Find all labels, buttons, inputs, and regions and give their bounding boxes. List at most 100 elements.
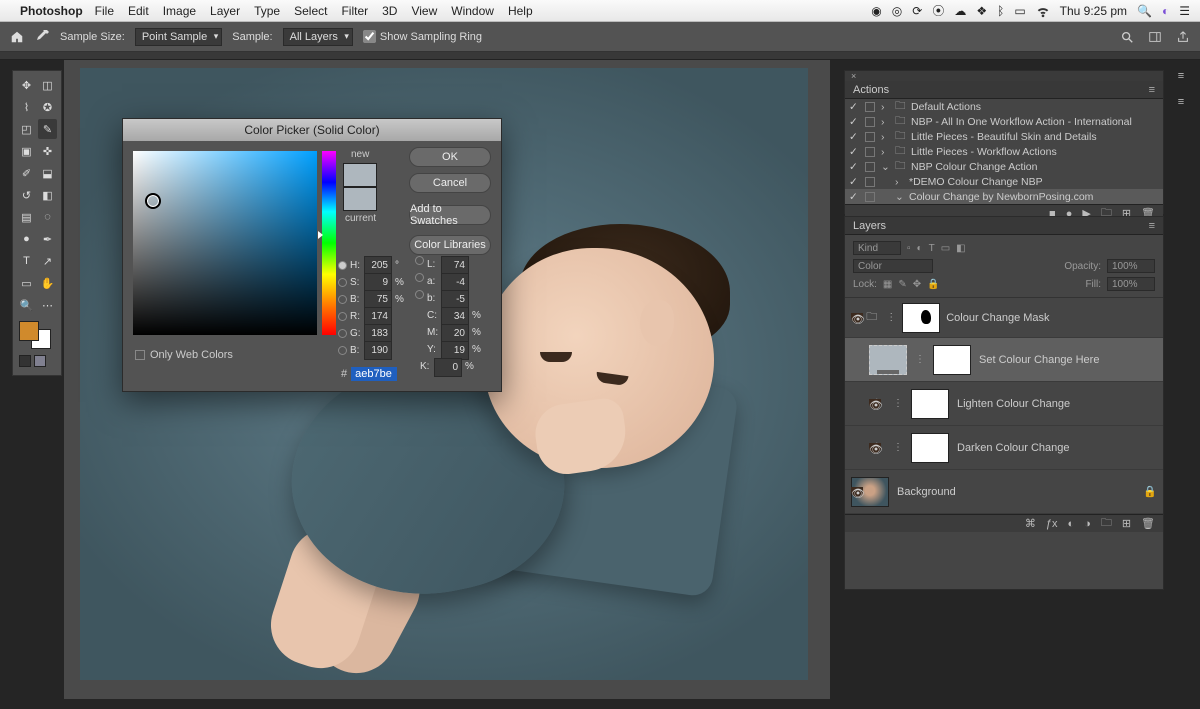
- bb-field[interactable]: 190: [364, 341, 392, 360]
- action-dialog-toggle[interactable]: [865, 102, 875, 112]
- disclosure-icon[interactable]: ⌄: [895, 191, 903, 203]
- ok-button[interactable]: OK: [409, 147, 491, 167]
- h-radio[interactable]: [338, 261, 347, 270]
- lock-paint-icon[interactable]: ✎: [898, 279, 906, 290]
- menu-type[interactable]: Type: [254, 4, 280, 18]
- action-dialog-toggle[interactable]: [865, 117, 875, 127]
- menu-view[interactable]: View: [411, 4, 437, 18]
- shape-tool[interactable]: ▭: [17, 273, 36, 293]
- action-item[interactable]: ✓⌄🗀NBP Colour Change Action: [845, 159, 1163, 174]
- action-toggle[interactable]: ✓: [849, 146, 859, 158]
- visibility-toggle[interactable]: 👁: [869, 399, 881, 409]
- layer-filter-kind[interactable]: Kind: [853, 241, 901, 255]
- menu-filter[interactable]: Filter: [341, 4, 368, 18]
- disclosure-icon[interactable]: ›: [881, 101, 889, 113]
- group-mask-thumb[interactable]: [902, 303, 940, 333]
- opacity-field[interactable]: 100%: [1107, 259, 1155, 273]
- adjustment-icon[interactable]: ◑: [1084, 518, 1091, 530]
- hue-slider[interactable]: [322, 151, 336, 335]
- action-dialog-toggle[interactable]: [865, 177, 875, 187]
- disclosure-icon[interactable]: ⌄: [881, 161, 889, 173]
- move-tool[interactable]: ✥: [17, 75, 36, 95]
- eyedropper-tool[interactable]: ✎: [38, 119, 57, 139]
- disclosure-icon[interactable]: ›: [881, 146, 889, 158]
- menu-help[interactable]: Help: [508, 4, 533, 18]
- eyedropper-tool-icon[interactable]: [34, 29, 50, 45]
- eraser-tool[interactable]: ◧: [38, 185, 57, 205]
- sample-select[interactable]: All Layers: [283, 28, 353, 46]
- blend-mode-select[interactable]: Color: [853, 259, 933, 273]
- disclosure-icon[interactable]: ›: [881, 131, 889, 143]
- hex-field[interactable]: aeb7be: [351, 367, 397, 381]
- lasso-tool[interactable]: ⌇: [17, 97, 36, 117]
- link-layers-icon[interactable]: ⌘: [1025, 517, 1036, 530]
- cancel-button[interactable]: Cancel: [409, 173, 491, 193]
- lock-trans-icon[interactable]: ▦: [883, 279, 892, 290]
- layer-mask-thumb[interactable]: [911, 389, 949, 419]
- healing-tool[interactable]: ✜: [38, 141, 57, 161]
- layer-item[interactable]: 👁 ⌇ ⋮ Lighten Colour Change: [845, 382, 1163, 426]
- gradient-tool[interactable]: ▤: [17, 207, 36, 227]
- menu-file[interactable]: File: [95, 4, 114, 18]
- pen-tool[interactable]: ✒: [38, 229, 57, 249]
- path-tool[interactable]: ↗: [38, 251, 57, 271]
- add-to-swatches-button[interactable]: Add to Swatches: [409, 205, 491, 225]
- menu-image[interactable]: Image: [163, 4, 196, 18]
- action-dialog-toggle[interactable]: [865, 162, 875, 172]
- action-item[interactable]: ✓›*DEMO Colour Change NBP: [845, 174, 1163, 189]
- brush-tool[interactable]: ✐: [17, 163, 36, 183]
- filter-shape-icon[interactable]: ▭: [941, 243, 950, 254]
- disclosure-icon[interactable]: ›: [895, 176, 903, 188]
- dock-icon[interactable]: ≡: [1178, 70, 1184, 82]
- layer-name[interactable]: Lighten Colour Change: [957, 398, 1070, 410]
- saturation-brightness-field[interactable]: [133, 151, 317, 335]
- filter-adjust-icon[interactable]: ◐: [917, 243, 923, 254]
- current-color-swatch[interactable]: [343, 187, 377, 211]
- layer-mask-thumb[interactable]: [911, 433, 949, 463]
- only-web-colors-checkbox[interactable]: Only Web Colors: [135, 349, 233, 361]
- action-dialog-toggle[interactable]: [865, 192, 875, 202]
- panel-menu-icon[interactable]: ≡: [1149, 84, 1155, 96]
- trash-icon[interactable]: 🗑: [1141, 517, 1155, 530]
- marquee-tool[interactable]: ◫: [38, 75, 57, 95]
- crop-tool[interactable]: ◰: [17, 119, 36, 139]
- workspace-icon[interactable]: [1148, 30, 1162, 44]
- siri-icon[interactable]: ◐: [1162, 4, 1169, 18]
- layer-mask-thumb[interactable]: [933, 345, 971, 375]
- dodge-tool[interactable]: ●: [17, 229, 36, 249]
- app-name[interactable]: Photoshop: [20, 4, 83, 18]
- b-radio[interactable]: [338, 295, 347, 304]
- menu-layer[interactable]: Layer: [210, 4, 240, 18]
- layer-item[interactable]: 👁 ⋮ Set Colour Change Here: [845, 338, 1163, 382]
- filter-smart-icon[interactable]: ◧: [956, 243, 965, 254]
- filter-type-icon[interactable]: T: [929, 243, 935, 254]
- color-cursor[interactable]: [145, 193, 161, 209]
- filter-pixel-icon[interactable]: ▫: [907, 243, 911, 254]
- layers-tab[interactable]: Layers: [853, 220, 886, 232]
- type-tool[interactable]: T: [17, 251, 36, 271]
- fill-field[interactable]: 100%: [1107, 277, 1155, 291]
- menu-window[interactable]: Window: [451, 4, 494, 18]
- layer-item-background[interactable]: 👁 Background 🔒: [845, 470, 1163, 514]
- disclosure-icon[interactable]: ›: [881, 116, 889, 128]
- layer-name[interactable]: Colour Change Mask: [946, 312, 1049, 324]
- action-item[interactable]: ✓›🗀Default Actions: [845, 99, 1163, 114]
- k-field[interactable]: 0: [434, 358, 462, 377]
- stamp-tool[interactable]: ⬓: [38, 163, 57, 183]
- bb2-radio[interactable]: [338, 346, 347, 355]
- action-toggle[interactable]: ✓: [849, 176, 859, 188]
- visibility-toggle[interactable]: 👁: [851, 313, 863, 323]
- blur-tool[interactable]: ◌: [38, 207, 57, 227]
- visibility-toggle[interactable]: 👁: [851, 487, 863, 497]
- panel-menu-icon[interactable]: ≡: [1149, 220, 1155, 232]
- fx-icon[interactable]: ƒx: [1046, 518, 1058, 530]
- show-sampling-ring-input[interactable]: [363, 30, 376, 43]
- action-toggle[interactable]: ✓: [849, 131, 859, 143]
- action-toggle[interactable]: ✓: [849, 116, 859, 128]
- layer-name[interactable]: Darken Colour Change: [957, 442, 1070, 454]
- layer-name[interactable]: Background: [897, 486, 956, 498]
- menu-3d[interactable]: 3D: [382, 4, 397, 18]
- spotlight-icon[interactable]: 🔍: [1137, 4, 1152, 18]
- lock-pos-icon[interactable]: ✥: [913, 279, 921, 290]
- r-radio[interactable]: [338, 312, 347, 321]
